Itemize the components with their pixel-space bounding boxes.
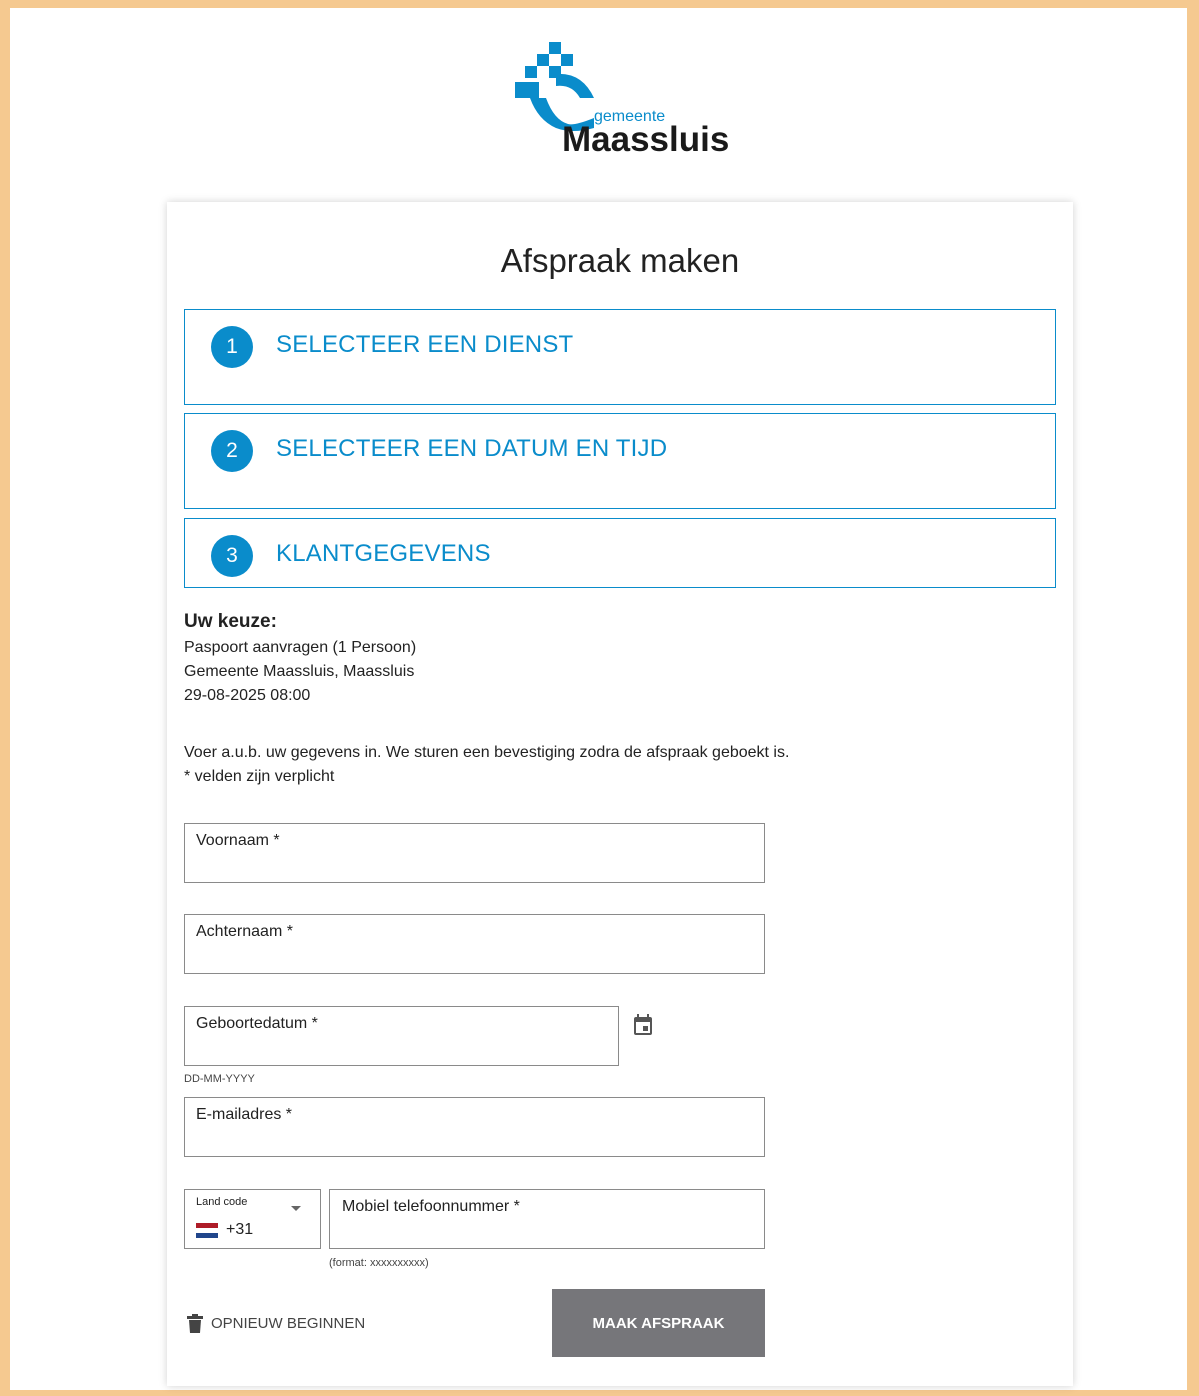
- make-appointment-button[interactable]: MAAK AFSPRAAK: [552, 1289, 765, 1357]
- summary-location: Gemeente Maassluis, Maassluis: [184, 663, 415, 680]
- step-number: 2: [211, 430, 253, 472]
- summary-heading: Uw keuze:: [184, 611, 277, 632]
- country-code-select[interactable]: Land code +31: [184, 1189, 321, 1249]
- email-input[interactable]: [195, 1128, 754, 1150]
- birthdate-field[interactable]: Geboortedatum *: [184, 1006, 619, 1066]
- restart-label: OPNIEUW BEGINNEN: [211, 1315, 366, 1332]
- step-select-date-time[interactable]: 2 SELECTEER EEN DATUM EN TIJD: [184, 413, 1056, 509]
- step-customer-details[interactable]: 3 KLANTGEGEVENS: [184, 518, 1056, 588]
- step-number: 1: [211, 326, 253, 368]
- intro-text: Voer a.u.b. uw gegevens in. We sturen ee…: [184, 744, 790, 761]
- lastname-field[interactable]: Achternaam *: [184, 914, 765, 974]
- phone-format-hint: (format: xxxxxxxxxx): [329, 1257, 429, 1269]
- summary-datetime: 29-08-2025 08:00: [184, 687, 311, 704]
- lastname-input[interactable]: [195, 945, 754, 967]
- phone-label: Mobiel telefoonnummer *: [342, 1198, 520, 1215]
- chevron-down-icon: [291, 1206, 301, 1211]
- form-intro: Voer a.u.b. uw gegevens in. We sturen ee…: [184, 741, 789, 789]
- maassluis-logo[interactable]: gemeente Maassluis: [510, 38, 730, 159]
- phone-field[interactable]: Mobiel telefoonnummer *: [329, 1189, 765, 1249]
- step-number: 3: [211, 535, 253, 577]
- birthdate-hint: DD-MM-YYYY: [184, 1073, 255, 1085]
- page-title: Afspraak maken: [500, 242, 740, 279]
- appointment-card: Afspraak maken 1 SELECTEER EEN DIENST 2 …: [167, 202, 1073, 1386]
- required-note: * velden zijn verplicht: [184, 768, 335, 785]
- logo-text-big: Maassluis: [562, 120, 730, 159]
- birthdate-label: Geboortedatum *: [196, 1015, 318, 1032]
- step-label: KLANTGEGEVENS: [276, 540, 491, 567]
- firstname-label: Voornaam *: [196, 832, 280, 849]
- selection-summary: Uw keuze: Paspoort aanvragen (1 Persoon)…: [184, 610, 416, 708]
- step-label: SELECTEER EEN DIENST: [276, 331, 574, 358]
- birthdate-input[interactable]: [195, 1037, 608, 1059]
- summary-service: Paspoort aanvragen (1 Persoon): [184, 639, 417, 656]
- lastname-label: Achternaam *: [196, 923, 293, 940]
- email-field[interactable]: E-mailadres *: [184, 1097, 765, 1157]
- country-code-label: Land code: [196, 1196, 248, 1208]
- netherlands-flag-icon: [196, 1223, 218, 1238]
- page-frame: gemeente Maassluis Afspraak maken 1 SELE…: [0, 0, 1199, 1396]
- logo-mark-icon: [515, 42, 594, 131]
- step-select-service[interactable]: 1 SELECTEER EEN DIENST: [184, 309, 1056, 405]
- step-label: SELECTEER EEN DATUM EN TIJD: [276, 435, 668, 462]
- trash-icon: [187, 1314, 203, 1333]
- country-code-value: +31: [226, 1221, 254, 1238]
- calendar-icon[interactable]: [633, 1014, 653, 1036]
- phone-input[interactable]: [340, 1220, 754, 1242]
- firstname-field[interactable]: Voornaam *: [184, 823, 765, 883]
- firstname-input[interactable]: [195, 854, 754, 876]
- email-label: E-mailadres *: [196, 1106, 293, 1123]
